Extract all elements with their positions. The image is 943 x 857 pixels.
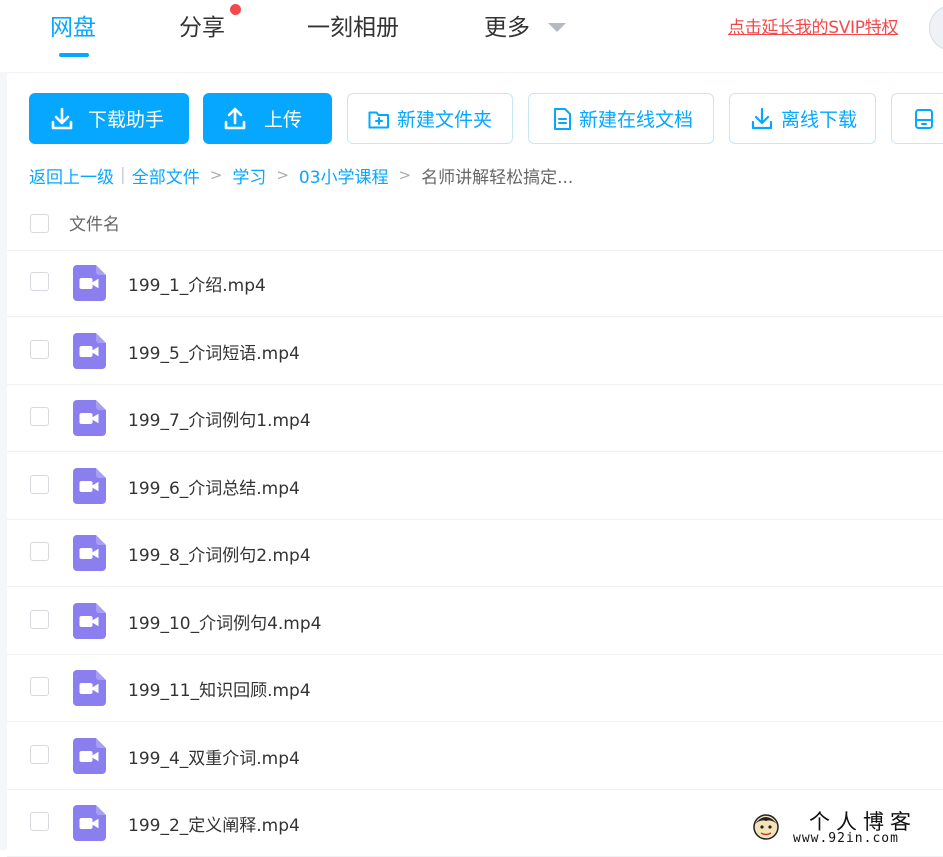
avatar[interactable] — [929, 5, 943, 51]
file-row[interactable]: 199_4_双重介词.mp4 — [7, 723, 943, 790]
top-nav: 网盘 分享 一刻相册 更多 点击延长我的SVIP特权 — [0, 0, 943, 73]
file-row[interactable]: 199_1_介绍.mp4 — [7, 250, 943, 317]
active-tab-indicator — [59, 53, 89, 57]
new-online-doc-label: 新建在线文档 — [579, 109, 694, 131]
column-header-filename[interactable]: 文件名 — [69, 210, 120, 235]
download-icon — [50, 107, 74, 131]
video-file-icon — [73, 805, 106, 841]
upload-button[interactable]: 上传 — [203, 93, 332, 144]
sidebar-edge — [0, 72, 7, 850]
chevron-right-icon: > — [209, 166, 223, 184]
breadcrumb-back-link[interactable]: 返回上一级 — [29, 163, 114, 188]
more-tools-button[interactable] — [891, 93, 943, 144]
offline-download-label: 离线下载 — [781, 109, 858, 131]
video-file-icon — [73, 602, 106, 639]
blog-watermark: 个人博客 www.92in.com — [751, 806, 939, 850]
row-checkbox[interactable] — [30, 677, 49, 696]
file-name[interactable]: 199_6_介词总结.mp4 — [128, 474, 300, 499]
video-file-icon — [73, 400, 106, 436]
file-name[interactable]: 199_11_知识回顾.mp4 — [128, 676, 311, 701]
chevron-down-icon[interactable] — [548, 23, 566, 32]
svip-extend-link[interactable]: 点击延长我的SVIP特权 — [728, 13, 898, 38]
download-icon — [750, 107, 774, 131]
file-name[interactable]: 199_1_介绍.mp4 — [128, 271, 266, 296]
document-icon — [551, 107, 573, 131]
breadcrumb-primary-course[interactable]: 03小学课程 — [299, 163, 389, 188]
file-name[interactable]: 199_8_介词例句2.mp4 — [128, 541, 311, 566]
file-name[interactable]: 199_4_双重介词.mp4 — [128, 744, 300, 769]
watermark-url: www.92in.com — [793, 831, 899, 846]
file-row[interactable]: 199_7_介词例句1.mp4 — [7, 385, 943, 452]
file-row[interactable]: 199_11_知识回顾.mp4 — [7, 655, 943, 722]
row-checkbox[interactable] — [30, 542, 49, 561]
breadcrumb: 返回上一级 | 全部文件 > 学习 > 03小学课程 > 名师讲解轻松搞定... — [29, 163, 574, 188]
tab-moment-album[interactable]: 一刻相册 — [307, 8, 399, 42]
offline-download-button[interactable]: 离线下载 — [729, 93, 876, 144]
new-online-doc-button[interactable]: 新建在线文档 — [528, 93, 714, 144]
video-file-icon — [73, 332, 106, 369]
breadcrumb-divider: | — [120, 165, 126, 185]
device-icon — [914, 107, 934, 131]
row-checkbox[interactable] — [30, 272, 49, 291]
upload-label: 上传 — [264, 109, 303, 131]
row-checkbox[interactable] — [30, 812, 49, 831]
tab-netdisk[interactable]: 网盘 — [50, 8, 96, 42]
upload-icon — [223, 107, 247, 131]
file-name[interactable]: 199_10_介词例句4.mp4 — [128, 609, 321, 634]
file-row[interactable]: 199_6_介词总结.mp4 — [7, 453, 943, 520]
file-list-header: 文件名 — [7, 196, 943, 251]
mascot-icon — [753, 814, 779, 840]
file-name[interactable]: 199_5_介词短语.mp4 — [128, 339, 300, 364]
breadcrumb-current-folder: 名师讲解轻松搞定... — [421, 167, 574, 188]
tab-more[interactable]: 更多 — [484, 8, 530, 42]
new-folder-icon — [367, 107, 391, 131]
download-helper-label: 下载助手 — [88, 109, 165, 131]
video-file-icon — [73, 265, 106, 301]
video-file-icon — [73, 467, 106, 504]
chevron-right-icon: > — [398, 166, 412, 184]
tab-share[interactable]: 分享 — [179, 8, 225, 42]
row-checkbox[interactable] — [30, 609, 49, 629]
download-helper-button[interactable]: 下载助手 — [29, 93, 189, 144]
breadcrumb-all-files[interactable]: 全部文件 — [132, 163, 200, 188]
video-file-icon — [73, 737, 106, 774]
row-checkbox[interactable] — [30, 407, 49, 426]
new-folder-label: 新建文件夹 — [397, 109, 493, 131]
row-checkbox[interactable] — [30, 744, 49, 764]
select-all-checkbox[interactable] — [30, 214, 49, 233]
new-folder-button[interactable]: 新建文件夹 — [347, 93, 513, 144]
breadcrumb-study[interactable]: 学习 — [232, 163, 266, 188]
video-file-icon — [73, 670, 106, 706]
file-row[interactable]: 199_5_介词短语.mp4 — [7, 318, 943, 385]
row-checkbox[interactable] — [30, 339, 49, 359]
file-name[interactable]: 199_7_介词例句1.mp4 — [128, 406, 311, 431]
chevron-right-icon: > — [276, 166, 289, 184]
notification-dot — [230, 4, 241, 15]
file-row[interactable]: 199_10_介词例句4.mp4 — [7, 588, 943, 655]
video-file-icon — [73, 535, 106, 571]
file-name[interactable]: 199_2_定义阐释.mp4 — [128, 811, 300, 836]
row-checkbox[interactable] — [30, 474, 49, 494]
file-row[interactable]: 199_8_介词例句2.mp4 — [7, 520, 943, 587]
